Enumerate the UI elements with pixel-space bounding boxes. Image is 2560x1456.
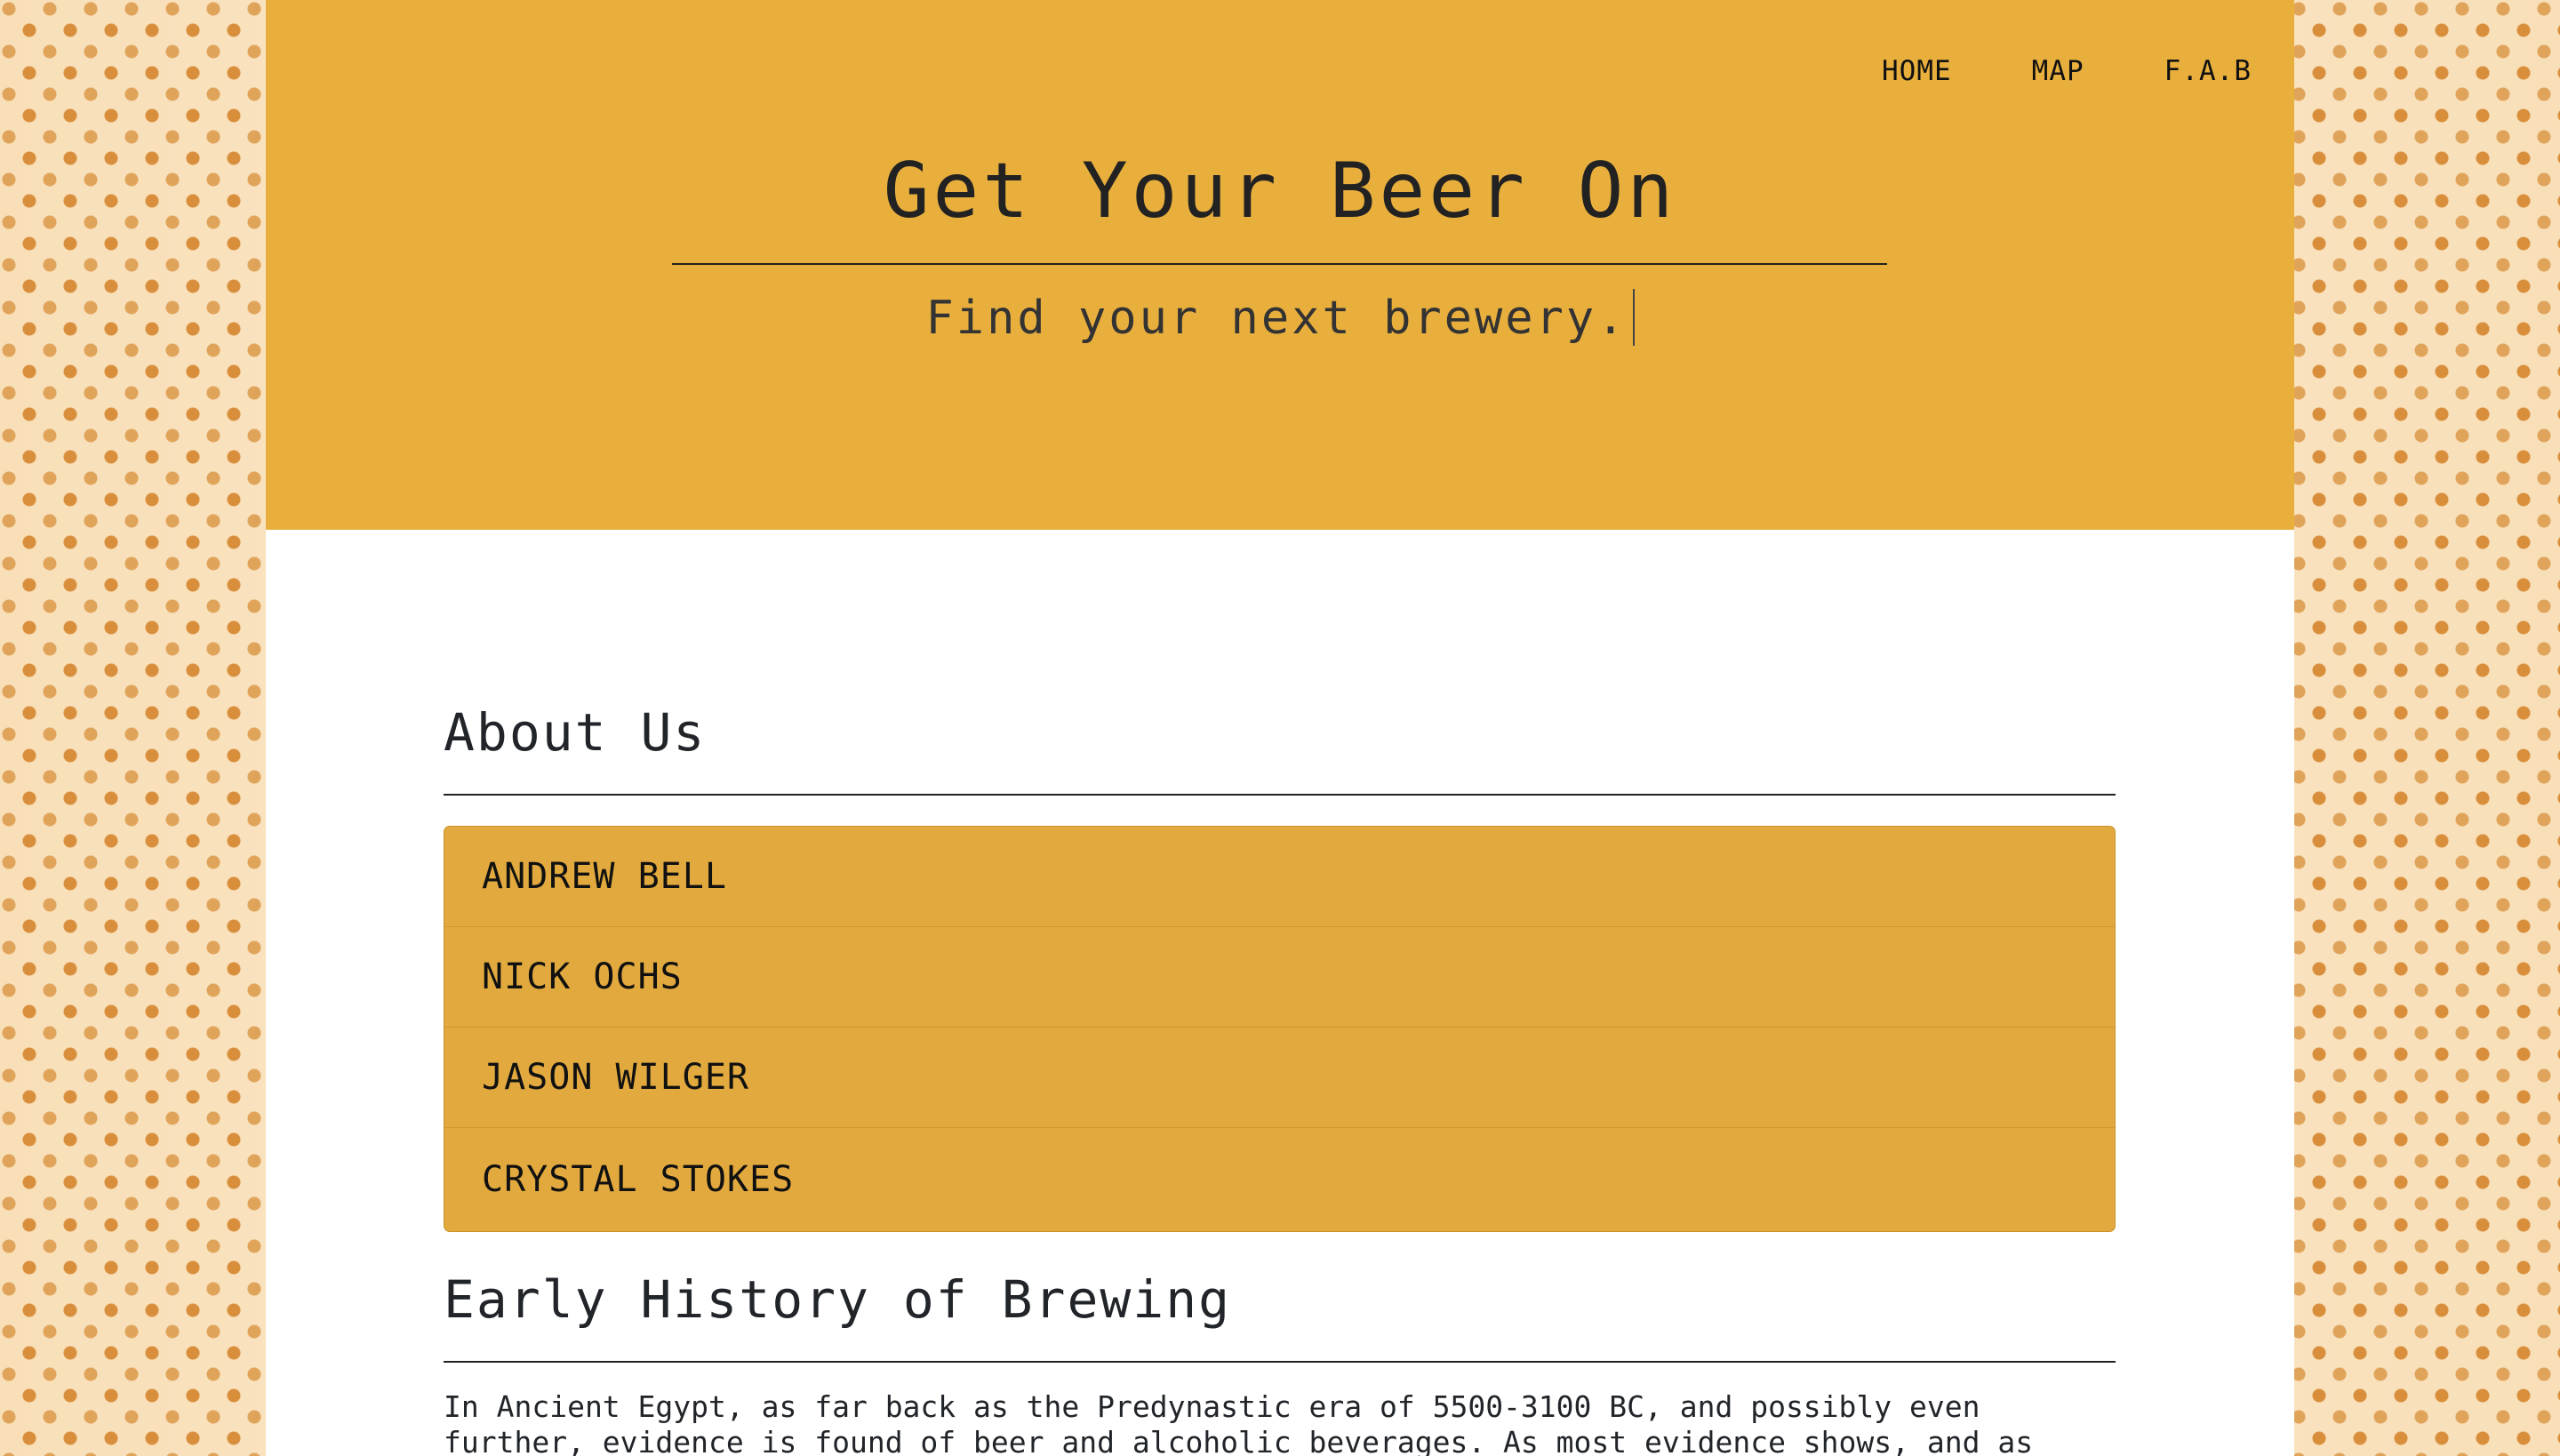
- team-member-andrew-bell[interactable]: ANDREW BELL: [444, 827, 2115, 927]
- history-paragraph: In Ancient Egypt, as far back as the Pre…: [444, 1389, 2034, 1456]
- hero-subtitle-wrap: Find your next brewery.: [266, 289, 2294, 346]
- about-divider: [444, 794, 2116, 796]
- hero-title: Get Your Beer On: [883, 147, 1677, 236]
- page-container: HOME MAP F.A.B Get Your Beer On Find you…: [266, 0, 2294, 1456]
- nav-fab-link[interactable]: F.A.B: [2164, 55, 2252, 87]
- nav-home-link[interactable]: HOME: [1882, 55, 1952, 87]
- about-heading: About Us: [444, 702, 707, 763]
- hero-banner: HOME MAP F.A.B Get Your Beer On Find you…: [266, 0, 2294, 530]
- history-heading: Early History of Brewing: [444, 1269, 1232, 1330]
- team-member-crystal-stokes[interactable]: CRYSTAL STOKES: [444, 1128, 2115, 1230]
- hero-divider: [672, 263, 1887, 265]
- history-divider: [444, 1361, 2116, 1363]
- team-member-jason-wilger[interactable]: JASON WILGER: [444, 1028, 2115, 1128]
- team-list: ANDREW BELL NICK OCHS JASON WILGER CRYST…: [444, 826, 2116, 1232]
- typing-caret: [1632, 289, 1635, 346]
- top-nav: HOME MAP F.A.B: [1882, 55, 2252, 87]
- team-member-nick-ochs[interactable]: NICK OCHS: [444, 927, 2115, 1028]
- hero-subtitle: Find your next brewery.: [925, 292, 1628, 345]
- nav-map-link[interactable]: MAP: [2032, 55, 2084, 87]
